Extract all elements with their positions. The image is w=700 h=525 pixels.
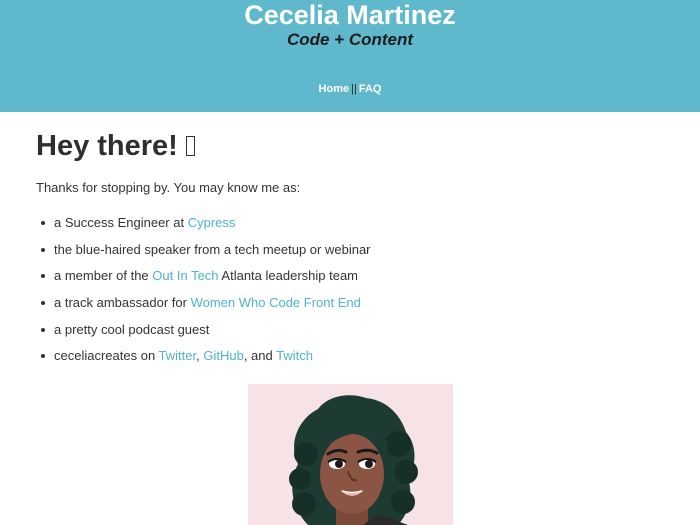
nav-separator: || — [351, 83, 357, 95]
greeting-text: Hey there! — [36, 130, 178, 162]
list-item: a track ambassador for Women Who Code Fr… — [36, 294, 656, 312]
list-item: a pretty cool podcast guest — [36, 321, 656, 339]
roles-list: a Success Engineer at Cypress the blue-h… — [36, 214, 656, 365]
list-item-text: a Success Engineer at — [54, 215, 188, 230]
list-item: the blue-haired speaker from a tech meet… — [36, 241, 656, 259]
site-header: Cecelia Martinez Code + Content Home || FA… — [0, 0, 700, 112]
list-item-text-suffix: Atlanta leadership team — [218, 268, 359, 284]
intro-text: Thanks for stopping by. You may know me … — [36, 180, 301, 195]
list-item-text: a member of the — [54, 268, 153, 284]
site-title[interactable]: Cecelia Martinez — [0, 0, 700, 30]
twitter-link[interactable]: Twitter — [159, 348, 197, 363]
list-item: a Success Engineer at Cypress — [36, 214, 656, 232]
list-item-text: a pretty cool podcast guest — [54, 321, 210, 337]
and-separator: , and — [243, 348, 277, 364]
greeting-heading: Hey there! — [36, 129, 656, 163]
list-item-text: the blue-haired speaker from a tech meet… — [54, 241, 371, 257]
avatar — [248, 384, 453, 525]
cypress-link[interactable]: Cypress — [188, 215, 236, 230]
main-nav: Home || FAQ — [0, 82, 700, 96]
main-content: Hey there! Thanks for stopping by. You m… — [36, 112, 656, 374]
list-item-text: ceceliacreates on — [54, 348, 159, 364]
list-item-text: a track ambassador for — [54, 295, 191, 311]
out-in-tech-link[interactable]: Out In Tech — [152, 268, 218, 283]
list-item: a member of the Out In Tech Atlanta lead… — [36, 267, 656, 285]
site-tagline: Code + Content — [286, 30, 414, 49]
avatar-illustration-icon — [289, 395, 418, 525]
nav-faq-link[interactable]: FAQ — [359, 83, 382, 95]
list-item: ceceliacreates on Twitter, GitHub, and T… — [36, 347, 656, 365]
wave-emoji-icon — [185, 136, 195, 156]
women-who-code-link[interactable]: Women Who Code Front End — [191, 295, 361, 310]
github-link[interactable]: GitHub — [203, 348, 243, 363]
nav-home-link[interactable]: Home — [319, 83, 350, 95]
twitch-link[interactable]: Twitch — [276, 348, 313, 363]
